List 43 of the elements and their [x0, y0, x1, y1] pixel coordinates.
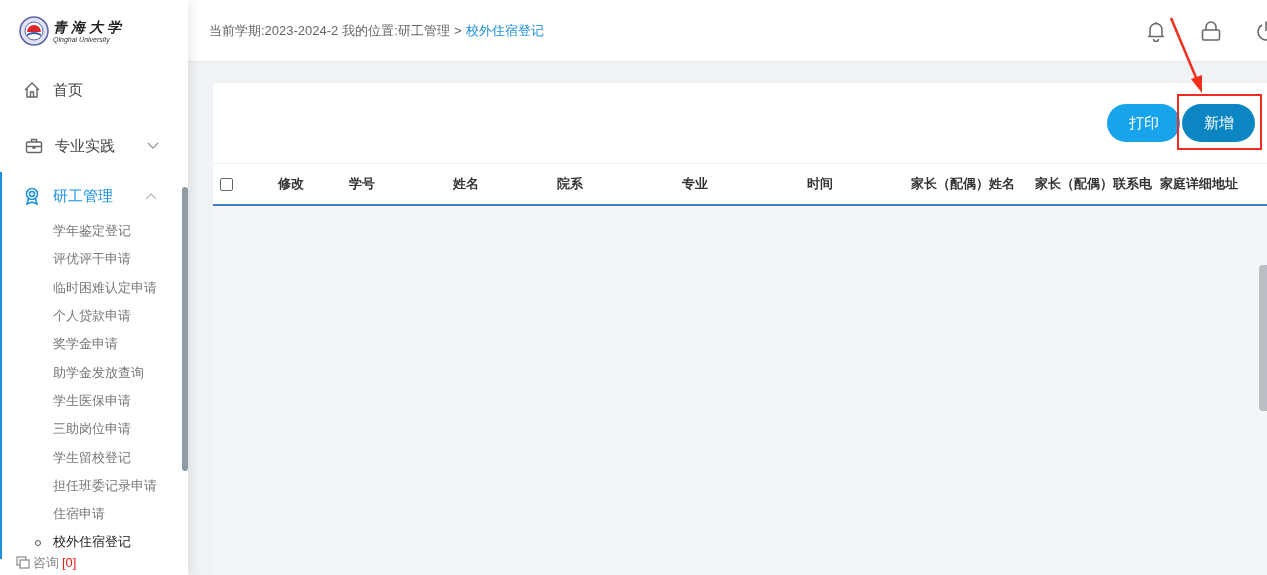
submenu-item[interactable]: 助学金发放查询	[2, 358, 180, 387]
award-icon	[23, 187, 41, 205]
submenu-item[interactable]: 三助岗位申请	[2, 415, 180, 444]
scrollbar[interactable]	[182, 187, 188, 471]
column-header: 姓名	[453, 175, 480, 193]
column-header: 家长（配偶）联系电	[1035, 175, 1153, 193]
sidebar-item[interactable]: 研工管理	[2, 172, 185, 220]
submenu-item[interactable]: 学年鉴定登记	[2, 217, 180, 246]
chat-icon	[16, 555, 30, 570]
submenu-item[interactable]: 临时困难认定申请	[2, 273, 180, 302]
column-header: 家庭详细地址	[1160, 175, 1239, 193]
submenu-item[interactable]: 担任班委记录申请	[2, 471, 180, 500]
consult-link[interactable]: 咨询	[33, 555, 59, 570]
submenu-item[interactable]: 学生医保申请	[2, 386, 180, 416]
scrollbar[interactable]	[1259, 265, 1267, 411]
column-header: 专业	[682, 175, 709, 193]
current-term: 当前学期:2023-2024-2	[209, 21, 339, 40]
submenu-item[interactable]: 学生留校登记	[2, 443, 180, 472]
select-all-checkbox[interactable]	[220, 177, 233, 191]
column-header: 时间	[807, 175, 834, 193]
submenu-item[interactable]: 校外住宿登记	[2, 528, 180, 557]
lock-icon[interactable]	[1200, 19, 1222, 42]
print-button[interactable]: 打印	[1107, 104, 1180, 142]
consult-count: [0]	[62, 555, 77, 570]
submenu-item[interactable]: 个人贷款申请	[2, 301, 180, 331]
bell-icon[interactable]	[1145, 19, 1167, 42]
column-header: 修改	[278, 175, 305, 193]
university-emblem-icon	[19, 16, 49, 46]
column-header: 学号	[349, 175, 376, 193]
submenu-item[interactable]: 评优评干申请	[2, 245, 180, 274]
breadcrumb-link[interactable]: 校外住宿登记	[465, 21, 544, 40]
briefcase-icon	[25, 137, 43, 155]
submenu-item[interactable]: 住宿申请	[2, 499, 180, 529]
column-header: 家长（配偶）姓名	[911, 175, 1016, 193]
add-button[interactable]: 新增	[1182, 104, 1255, 142]
breadcrumb-separator: >	[453, 23, 462, 38]
home-icon	[23, 81, 41, 99]
university-name: 青海大学	[53, 19, 125, 34]
sidebar-item[interactable]: 专业实践	[2, 118, 187, 174]
column-header: 院系	[557, 175, 584, 193]
submenu-item[interactable]: 奖学金申请	[2, 330, 180, 359]
sidebar-item[interactable]: 首页	[0, 62, 187, 118]
location-label: 我的位置:研工管理	[342, 21, 450, 40]
